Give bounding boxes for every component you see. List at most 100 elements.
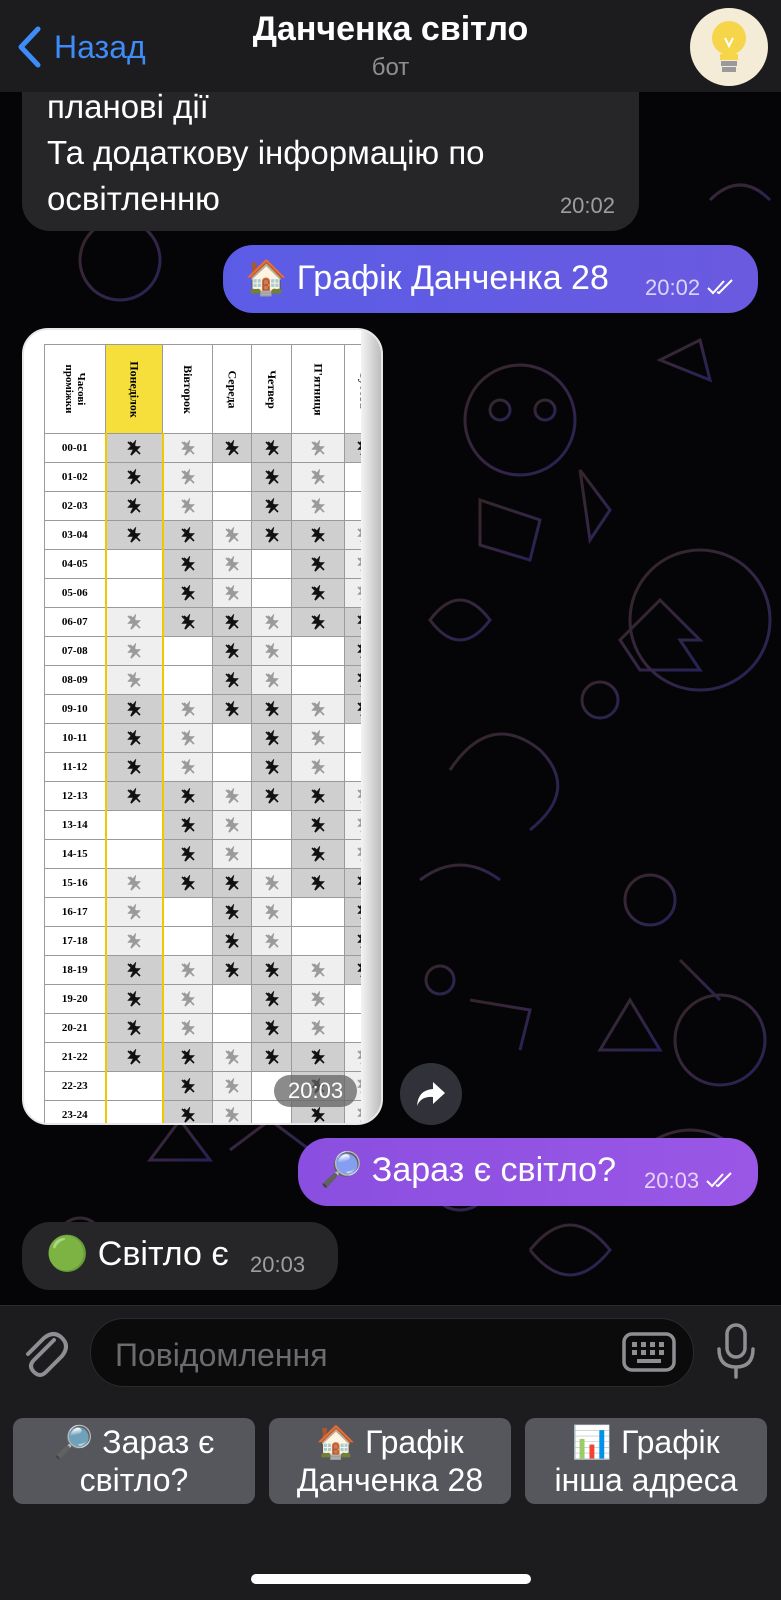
schedule-cell: [212, 984, 253, 1014]
no-power-icon: [264, 962, 279, 978]
schedule-cell: [104, 723, 164, 753]
schedule-cell: [290, 810, 346, 840]
hours-cell: 07-08: [44, 636, 106, 666]
incoming-message[interactable]: планові дії Та додаткову інформацію по о…: [22, 78, 639, 231]
no-power-icon: [311, 730, 325, 746]
schedule-row: 13-14: [44, 810, 381, 840]
schedule-cell: [212, 926, 253, 956]
keyboard-toggle-button[interactable]: [621, 1331, 677, 1378]
schedule-cell: [212, 520, 253, 550]
no-power-icon: [225, 585, 240, 601]
share-icon: [417, 1082, 445, 1106]
no-power-icon: [225, 1049, 240, 1065]
schedule-photo[interactable]: Часові проміжки Понеділок Вівторок Середа Ч…: [22, 328, 383, 1125]
schedule-cell: [212, 868, 253, 898]
no-power-icon: [311, 991, 325, 1007]
schedule-cell: [162, 694, 214, 724]
message-time: 20:02: [645, 275, 736, 301]
voice-button[interactable]: [714, 1322, 758, 1385]
bot-avatar[interactable]: [690, 8, 768, 86]
hours-cell: 16-17: [44, 897, 106, 927]
no-power-icon: [181, 730, 196, 746]
schedule-cell: [162, 578, 214, 608]
schedule-cell: [290, 781, 346, 811]
no-power-icon: [181, 1020, 196, 1036]
schedule-cell: [251, 926, 292, 956]
keyboard-button-now[interactable]: 🔎 Зараз є світло?: [13, 1418, 255, 1504]
schedule-cell: [162, 1071, 214, 1101]
schedule-cell: [104, 752, 164, 782]
no-power-icon: [127, 498, 142, 514]
no-power-icon: [264, 498, 279, 514]
no-power-icon: [264, 469, 279, 485]
no-power-icon: [225, 875, 240, 891]
schedule-cell: [251, 520, 292, 550]
no-power-icon: [264, 933, 279, 949]
no-power-icon: [181, 498, 196, 514]
outgoing-message[interactable]: 🏠 Графік Данченка 28 20:02: [223, 245, 758, 313]
no-power-icon: [264, 1049, 279, 1065]
outgoing-message[interactable]: 🔎 Зараз є світло? 20:03: [298, 1138, 758, 1206]
no-power-icon: [311, 846, 325, 862]
schedule-cell: [104, 578, 164, 608]
no-power-icon: [225, 440, 240, 456]
schedule-cell: [251, 984, 292, 1014]
schedule-cell: [162, 520, 214, 550]
schedule-row: 16-17: [44, 897, 381, 927]
incoming-message[interactable]: 🟢 Світло є 20:03: [22, 1222, 338, 1290]
no-power-icon: [225, 817, 240, 833]
schedule-cell: [290, 1042, 346, 1072]
chat-title[interactable]: Данченка світло: [0, 10, 781, 49]
schedule-cell: [162, 984, 214, 1014]
schedule-cell: [104, 491, 164, 521]
schedule-cell: [251, 1042, 292, 1072]
schedule-cell: [251, 462, 292, 492]
schedule-cell: [104, 694, 164, 724]
schedule-cell: [212, 810, 253, 840]
no-power-icon: [225, 962, 240, 978]
schedule-cell: [104, 462, 164, 492]
no-power-icon: [181, 556, 196, 572]
message-text: 🏠 Графік Данченка 28: [245, 259, 609, 297]
schedule-cell: [290, 549, 346, 579]
no-power-icon: [311, 556, 325, 572]
message-composer: Повідомлення: [0, 1305, 781, 1399]
no-power-icon: [127, 788, 142, 804]
keyboard-button-other-address[interactable]: 📊 Графік інша адреса: [525, 1418, 767, 1504]
schedule-cell: [212, 636, 253, 666]
home-indicator[interactable]: [251, 1574, 531, 1584]
schedule-cell: [162, 810, 214, 840]
no-power-icon: [311, 1107, 325, 1123]
no-power-icon: [127, 672, 142, 688]
schedule-cell: [212, 549, 253, 579]
keyboard-button-label: 📊 Графік інша адреса: [554, 1424, 738, 1498]
no-power-icon: [225, 904, 240, 920]
schedule-cell: [104, 1100, 164, 1123]
schedule-cell: [290, 955, 346, 985]
share-button[interactable]: [400, 1063, 462, 1125]
schedule-cell: [251, 955, 292, 985]
message-input[interactable]: Повідомлення: [90, 1318, 694, 1387]
no-power-icon: [127, 933, 142, 949]
schedule-row: 14-15: [44, 839, 381, 869]
schedule-cell: [162, 752, 214, 782]
hours-cell: 09-10: [44, 694, 106, 724]
schedule-cell: [251, 810, 292, 840]
no-power-icon: [264, 643, 279, 659]
schedule-cell: [162, 1042, 214, 1072]
schedule-cell: [251, 491, 292, 521]
schedule-cell: [104, 607, 164, 637]
no-power-icon: [181, 875, 196, 891]
no-power-icon: [311, 817, 325, 833]
keyboard-button-schedule[interactable]: 🏠 Графік Данченка 28: [269, 1418, 511, 1504]
schedule-cell: [251, 636, 292, 666]
no-power-icon: [127, 1020, 142, 1036]
schedule-cell: [212, 433, 253, 463]
no-power-icon: [181, 817, 196, 833]
no-power-icon: [264, 991, 279, 1007]
day-header: Середа: [212, 344, 253, 434]
schedule-cell: [104, 955, 164, 985]
attach-button[interactable]: [20, 1326, 68, 1383]
hours-cell: 13-14: [44, 810, 106, 840]
double-check-icon: [706, 1172, 732, 1188]
